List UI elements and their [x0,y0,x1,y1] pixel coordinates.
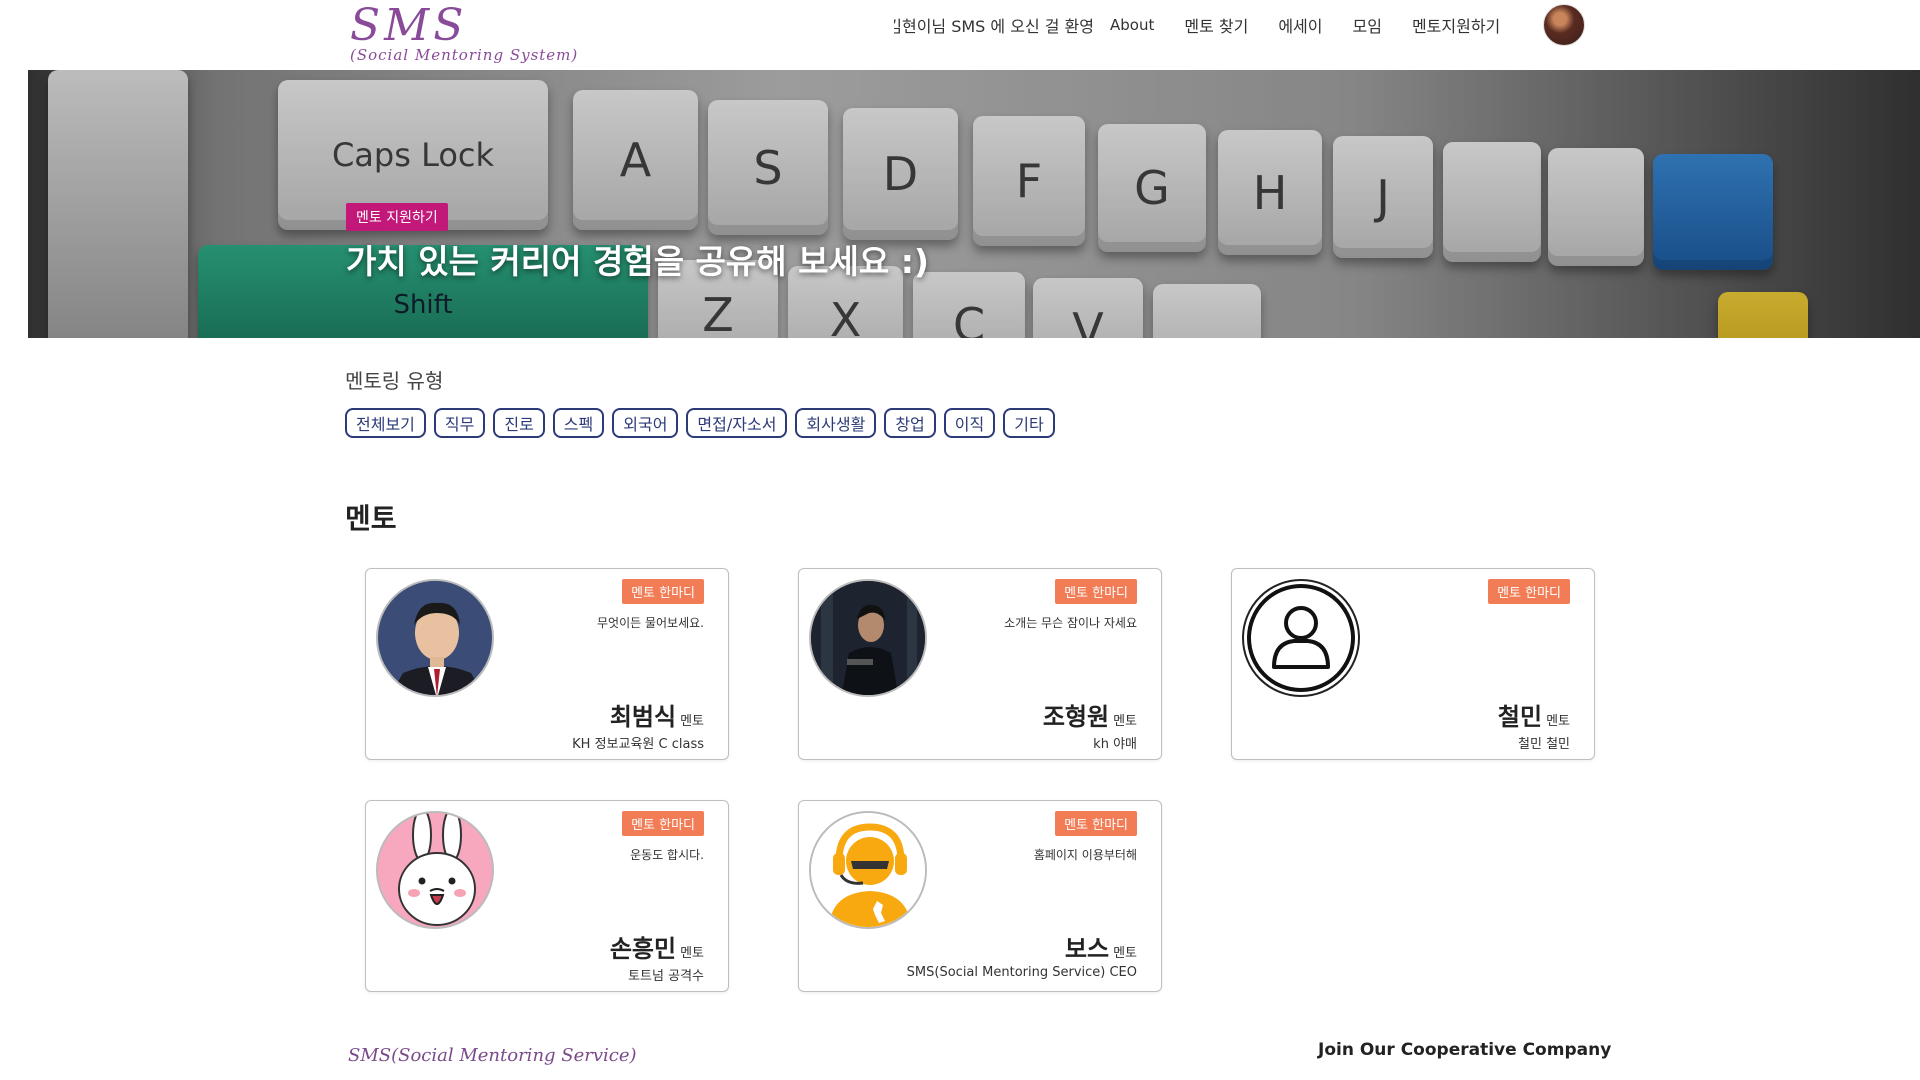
welcome-message: 김현이님 SMS 에 오신 걸 환영 [894,17,1094,36]
logo-sub-text: (Social Mentoring System) [350,46,579,64]
mentor-role: 멘토 [1113,714,1137,729]
nav-meetup[interactable]: 모임 [1353,13,1382,37]
mentor-card[interactable]: 멘토 한마디 홈페이지 이용부터해 보스 멘토 SMS(Social Mentor… [798,800,1162,992]
nav-find-mentor[interactable]: 멘토 찾기 [1184,13,1248,37]
mentor-name: 철민 [1497,703,1543,731]
footer-logo: SMS(Social Mentoring Service) [348,1045,637,1066]
mentoring-type-label: 멘토링 유형 [345,369,444,393]
nav-apply-mentor[interactable]: 멘토지원하기 [1412,13,1500,37]
mentor-name: 조형원 [1042,703,1110,731]
mentor-name-line: 최범식 멘토 [610,697,704,732]
main-nav: 김현이님 SMS 에 오신 걸 환영 About 멘토 찾기 에세이 모임 멘토… [894,12,1500,38]
mentor-word-badge: 멘토 한마디 [1055,811,1137,836]
mentor-quote: 홈페이지 이용부터해 [1033,848,1137,862]
top-header: SMS (Social Mentoring System) 김현이님 SMS 에… [0,0,1920,70]
mentor-word-badge: 멘토 한마디 [1055,579,1137,604]
mentor-photo [376,579,494,697]
mentor-name: 보스 [1064,935,1110,963]
mentor-role: 멘토 [680,946,704,961]
logo-main-text: SMS [350,0,468,51]
filter-etc[interactable]: 기타 [1003,408,1055,438]
mentor-name-line: 조형원 멘토 [1043,697,1137,732]
mentor-quote: 소개는 무슨 잠이나 자세요 [1004,616,1137,630]
hero-banner: Caps Lock A S D F G H J Shift Z X C V 멘토… [28,70,1920,338]
mentor-quote: 무엇이든 물어보세요. [597,616,704,630]
mentor-photo [809,811,927,929]
mentor-word-badge: 멘토 한마디 [622,579,704,604]
nav-about[interactable]: About [1110,16,1154,34]
mentoring-type-filters: 전체보기 직무 진로 스펙 외국어 면접/자소서 회사생활 창업 이직 기타 [345,408,1063,438]
nav-essay[interactable]: 에세이 [1278,13,1322,37]
mentor-role: 멘토 [1113,946,1137,961]
filter-interview[interactable]: 면접/자소서 [686,408,788,438]
mentor-card[interactable]: 멘토 한마디 무엇이든 물어보세요. 최범식 멘토 KH 정보교육원 C clas… [365,568,729,760]
mentor-role: 멘토 [680,714,704,729]
mentor-organization: kh 야매 [1093,737,1137,752]
mentor-photo [809,579,927,697]
mentor-card[interactable]: 멘토 한마디 소개는 무슨 잠이나 자세요 조형원 멘토 kh 야매 [798,568,1162,760]
support-agent-icon [811,813,925,927]
filter-career[interactable]: 진로 [493,408,545,438]
filter-job[interactable]: 직무 [433,408,486,438]
mentor-name-line: 보스 멘토 [1065,929,1137,964]
site-logo[interactable]: SMS (Social Mentoring System) [350,0,579,65]
mentor-name: 손흥민 [609,935,677,963]
mentor-photo [1242,579,1360,697]
apply-mentor-badge[interactable]: 멘토 지원하기 [346,203,448,231]
mentor-organization: SMS(Social Mentoring Service) CEO [906,965,1137,980]
mentor-word-badge: 멘토 한마디 [622,811,704,836]
filter-spec[interactable]: 스펙 [552,408,605,438]
hero-overlay [28,70,1920,338]
user-avatar[interactable] [1543,4,1585,46]
mentor-name-line: 손흥민 멘토 [610,929,704,964]
filter-language[interactable]: 외국어 [612,408,679,438]
mentor-organization: 토트넘 공격수 [628,969,704,984]
mentor-name-line: 철민 멘토 [1498,697,1570,732]
mentor-organization: 철민 철민 [1518,737,1570,752]
filter-company-life[interactable]: 회사생활 [795,408,877,438]
mentor-photo [376,811,494,929]
mentor-organization: KH 정보교육원 C class [572,737,704,752]
mentor-word-badge: 멘토 한마디 [1488,579,1570,604]
filter-all[interactable]: 전체보기 [345,408,426,438]
mentor-quote: 운동도 합시다. [630,848,704,862]
mentor-card[interactable]: 멘토 한마디 운동도 합시다. 손흥민 멘토 토트넘 공격수 [365,800,729,992]
footer-join-heading: Join Our Cooperative Company [1318,1040,1612,1060]
mentor-role: 멘토 [1546,714,1570,729]
hero-title: 가치 있는 커리어 경험을 공유해 보세요 :) [346,242,929,281]
mentor-card[interactable]: 멘토 한마디 철민 멘토 철민 철민 [1231,568,1595,760]
filter-job-change[interactable]: 이직 [943,408,996,438]
filter-startup[interactable]: 창업 [884,408,936,438]
mentor-section-title: 멘토 [345,502,397,535]
bunny-character [378,813,492,927]
user-icon [1247,584,1355,692]
mentor-name: 최범식 [609,703,677,731]
